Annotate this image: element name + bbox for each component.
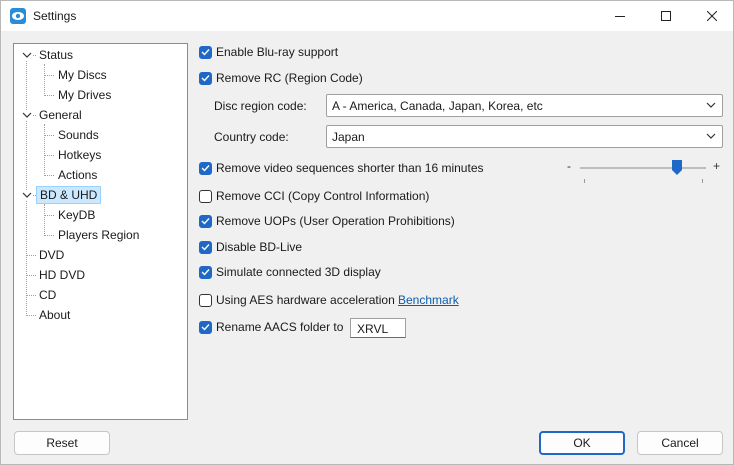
tree-item-general[interactable]: General (39, 106, 82, 124)
app-eye-icon (10, 8, 26, 24)
aacs-folder-input[interactable]: XRVL (350, 318, 406, 338)
minimize-icon (615, 16, 625, 17)
remove-short-option[interactable]: Remove video sequences shorter than 16 m… (199, 159, 484, 177)
simulate-3d-label: Simulate connected 3D display (216, 265, 381, 279)
tree-item-sounds[interactable]: Sounds (58, 126, 99, 144)
enable-bluray-option[interactable]: Enable Blu-ray support (199, 43, 338, 61)
reset-button[interactable]: Reset (14, 431, 110, 455)
chevron-down-icon[interactable] (22, 50, 32, 60)
tree-line (26, 255, 36, 256)
checkbox-unchecked[interactable] (199, 293, 212, 307)
disc-region-select[interactable]: A - America, Canada, Japan, Korea, etc (326, 94, 723, 117)
minimize-button[interactable] (597, 1, 643, 31)
checkmark-icon (201, 165, 210, 172)
length-slider-track[interactable] (580, 167, 706, 169)
tree-item-status[interactable]: Status (39, 46, 73, 64)
country-select[interactable]: Japan (326, 125, 723, 148)
benchmark-link[interactable]: Benchmark (398, 293, 459, 307)
settings-tree[interactable]: Status My Discs My Drives General Sounds… (13, 43, 188, 420)
slider-minus: - (567, 159, 571, 173)
checkbox-unchecked[interactable] (199, 189, 212, 203)
tree-item-cd[interactable]: CD (39, 286, 56, 304)
tree-item-my-drives[interactable]: My Drives (58, 86, 111, 104)
checkmark-icon (201, 218, 210, 225)
close-icon (707, 11, 717, 21)
checkmark-icon (201, 75, 210, 82)
remove-uops-option[interactable]: Remove UOPs (User Operation Prohibitions… (199, 212, 455, 230)
window-title: Settings (33, 9, 77, 23)
tree-line (44, 64, 45, 96)
tree-line (26, 295, 36, 296)
rename-aacs-label: Rename AACS folder to (216, 320, 344, 334)
tree-line (44, 135, 54, 136)
chevron-down-icon[interactable] (22, 110, 32, 120)
tree-line (26, 315, 36, 316)
slider-tick (584, 179, 585, 183)
tree-item-keydb[interactable]: KeyDB (58, 206, 95, 224)
tree-line (44, 215, 54, 216)
simulate-3d-option[interactable]: Simulate connected 3D display (199, 263, 381, 281)
country-label: Country code: (214, 130, 289, 144)
checkbox-checked[interactable] (199, 240, 212, 254)
chevron-down-icon (706, 133, 716, 139)
chevron-down-icon[interactable] (22, 190, 32, 200)
tree-item-bd-uhd[interactable]: BD & UHD (36, 186, 102, 204)
checkmark-icon (201, 324, 210, 331)
tree-item-hd-dvd[interactable]: HD DVD (39, 266, 85, 284)
close-button[interactable] (689, 1, 734, 31)
country-value: Japan (332, 130, 365, 144)
tree-item-about[interactable]: About (39, 306, 70, 324)
checkmark-icon (201, 49, 210, 56)
tree-line (44, 204, 45, 236)
checkbox-checked[interactable] (199, 71, 212, 85)
tree-item-hotkeys[interactable]: Hotkeys (58, 146, 101, 164)
length-slider-thumb[interactable] (672, 160, 682, 175)
rename-aacs-option[interactable]: Rename AACS folder to (199, 318, 343, 336)
remove-rc-option[interactable]: Remove RC (Region Code) (199, 69, 363, 87)
checkbox-checked[interactable] (199, 320, 212, 334)
tree-line (44, 235, 54, 236)
checkmark-icon (201, 244, 210, 251)
disc-region-label: Disc region code: (214, 99, 307, 113)
tree-line (44, 124, 45, 176)
disc-region-value: A - America, Canada, Japan, Korea, etc (332, 99, 543, 113)
tree-item-my-discs[interactable]: My Discs (58, 66, 107, 84)
tree-line (44, 175, 54, 176)
cancel-button[interactable]: Cancel (637, 431, 723, 455)
aes-option[interactable]: Using AES hardware acceleration (199, 291, 395, 309)
checkbox-checked[interactable] (199, 161, 212, 175)
chevron-down-icon (706, 102, 716, 108)
tree-line (26, 54, 27, 316)
slider-tick (702, 179, 703, 183)
tree-line (26, 275, 36, 276)
tree-line (44, 95, 54, 96)
disable-bdlive-label: Disable BD-Live (216, 240, 303, 254)
tree-item-actions[interactable]: Actions (58, 166, 97, 184)
maximize-button[interactable] (643, 1, 689, 31)
tree-line (44, 75, 54, 76)
maximize-icon (661, 11, 671, 21)
checkbox-checked[interactable] (199, 265, 212, 279)
tree-item-players-region[interactable]: Players Region (58, 226, 139, 244)
tree-line (44, 155, 54, 156)
enable-bluray-label: Enable Blu-ray support (216, 45, 339, 59)
remove-short-label: Remove video sequences shorter than 16 m… (216, 161, 484, 175)
aes-label: Using AES hardware acceleration (216, 293, 395, 307)
checkmark-icon (201, 269, 210, 276)
remove-cci-option[interactable]: Remove CCI (Copy Control Information) (199, 187, 429, 205)
settings-window: Settings Status My Discs My Drives Gener… (0, 0, 734, 465)
slider-plus: + (713, 159, 721, 173)
title-bar[interactable]: Settings (1, 1, 733, 31)
ok-button[interactable]: OK (539, 431, 625, 455)
remove-rc-label: Remove RC (Region Code) (216, 71, 363, 85)
remove-uops-label: Remove UOPs (User Operation Prohibitions… (216, 214, 455, 228)
tree-item-dvd[interactable]: DVD (39, 246, 64, 264)
checkbox-checked[interactable] (199, 214, 212, 228)
disable-bdlive-option[interactable]: Disable BD-Live (199, 238, 302, 256)
checkbox-checked[interactable] (199, 45, 212, 59)
remove-cci-label: Remove CCI (Copy Control Information) (216, 189, 430, 203)
